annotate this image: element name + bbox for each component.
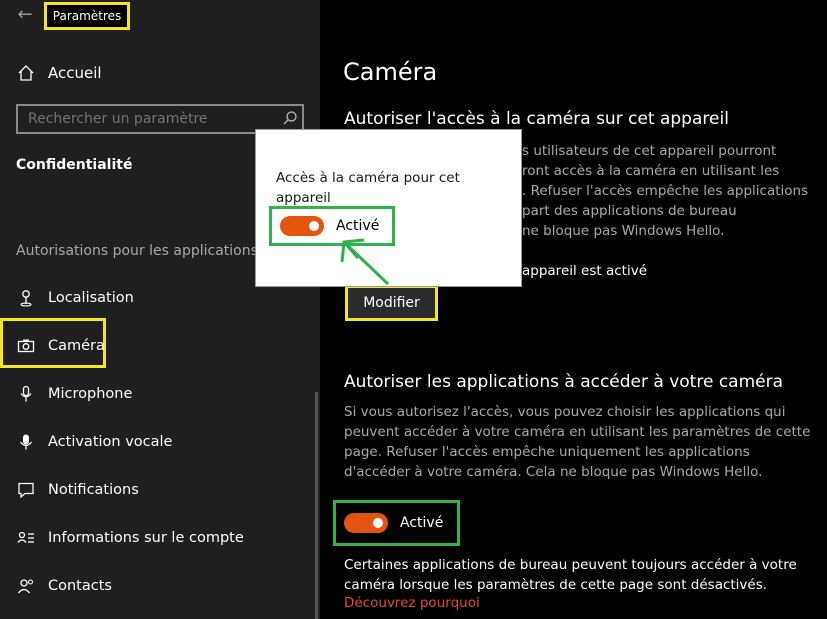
popup-text: Accès à la caméra pour cet appareil — [276, 168, 506, 208]
home-label: Accueil — [48, 64, 102, 82]
sidebar-item-label: Microphone — [48, 386, 133, 402]
sidebar-item-contacts[interactable]: Contacts — [16, 569, 306, 603]
contacts-icon — [16, 576, 36, 596]
notifications-icon — [16, 480, 36, 500]
voice-activation-icon — [16, 432, 36, 452]
description-line: . Refuser l'accès empêche les applicatio… — [522, 183, 809, 199]
description-line: peuvent accéder à votre caméra en utilis… — [344, 424, 811, 440]
description-line: s utilisateurs de cet appareil pourront — [522, 143, 777, 159]
toggle-knob — [373, 518, 383, 528]
sidebar-item-voice-activation[interactable]: Activation vocale — [16, 425, 306, 459]
popup-text-line: appareil — [276, 190, 331, 206]
description-line: ne bloque pas Windows Hello. — [522, 223, 725, 239]
popup-text-line: Accès à la caméra pour cet — [276, 170, 460, 186]
description-line: Si vous autorisez l'accès, vous pouvez c… — [344, 404, 786, 420]
group-header: Autorisations pour les applications — [16, 243, 258, 259]
description-line: part des applications de bureau — [522, 203, 737, 219]
app-title: Paramètres — [44, 2, 130, 30]
home-icon — [16, 63, 36, 83]
description-line: page. Refuser l'accès empêche uniquement… — [344, 444, 750, 460]
toggle-knob — [309, 221, 319, 231]
sidebar-item-label: Activation vocale — [48, 434, 173, 450]
sidebar-item-label: Contacts — [48, 578, 112, 594]
back-arrow-icon[interactable]: ← — [14, 4, 36, 26]
modify-button[interactable]: Modifier — [345, 285, 438, 321]
camera-icon — [16, 336, 36, 356]
sidebar-item-account-info[interactable]: Informations sur le compte — [16, 521, 306, 555]
sidebar-item-camera[interactable]: Caméra — [16, 329, 306, 363]
sidebar-item-label: Caméra — [48, 338, 105, 354]
apps-access-heading: Autoriser les applications à accéder à v… — [344, 372, 784, 392]
sidebar: ← Paramètres Accueil Confidentialité Aut… — [0, 0, 320, 619]
sidebar-item-label: Informations sur le compte — [48, 530, 244, 546]
note-line: caméra lorsque les paramètres de cette p… — [344, 577, 768, 593]
sidebar-item-notifications[interactable]: Notifications — [16, 473, 306, 507]
apps-access-description: Si vous autorisez l'accès, vous pouvez c… — [344, 402, 814, 482]
page-title: Caméra — [343, 58, 438, 86]
description-line: ront accès à la caméra en utilisant les — [522, 163, 780, 179]
device-access-description: s utilisateurs de cet appareil pourront … — [522, 141, 808, 241]
section-title: Confidentialité — [16, 157, 133, 173]
account-info-icon — [16, 528, 36, 548]
location-icon — [16, 288, 36, 308]
apps-access-toggle[interactable] — [344, 513, 388, 533]
device-access-toggle[interactable] — [280, 216, 324, 236]
device-access-status: appareil est activé — [522, 263, 647, 279]
sidebar-item-label: Notifications — [48, 482, 139, 498]
microphone-icon — [16, 384, 36, 404]
sidebar-item-label: Localisation — [48, 290, 134, 306]
home-nav-item[interactable]: Accueil — [16, 58, 102, 88]
apps-access-toggle-label: Activé — [400, 515, 444, 531]
search-icon[interactable] — [282, 110, 298, 126]
desktop-apps-note: Certaines applications de bureau peuvent… — [344, 555, 797, 595]
sidebar-item-microphone[interactable]: Microphone — [16, 377, 306, 411]
description-line: d'accéder à votre caméra. Cela ne bloque… — [344, 464, 763, 480]
annotation-arrow-icon — [340, 238, 390, 286]
apps-access-toggle-highlight[interactable]: Activé — [333, 500, 460, 546]
note-line: Certaines applications de bureau peuvent… — [344, 557, 797, 573]
device-access-heading: Autoriser l'accès à la caméra sur cet ap… — [344, 109, 729, 129]
learn-why-link[interactable]: Découvrez pourquoi — [344, 595, 480, 611]
sidebar-scrollbar[interactable] — [315, 392, 318, 619]
